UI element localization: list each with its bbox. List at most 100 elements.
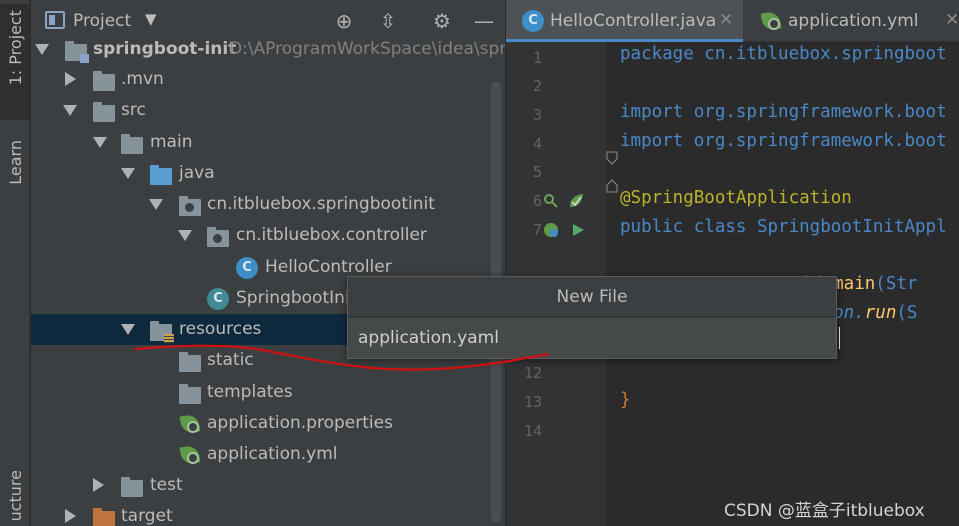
code-function: run [864, 303, 897, 323]
project-panel: Project ▼ ⊕ ⇳ ⚙ — springboot-init D:\APr… [31, 0, 505, 526]
package-label: cn.itbluebox.springbootinit [207, 194, 435, 214]
hello-controller-label: HelloController [265, 257, 392, 277]
expand-arrow-icon[interactable] [63, 105, 77, 116]
structure-tool-tab[interactable]: ucture [0, 470, 30, 526]
spring-app-class-icon: C [207, 288, 229, 310]
tree-item-target[interactable]: target [31, 501, 505, 526]
close-icon[interactable]: ✕ [719, 10, 733, 30]
fold-icon[interactable] [604, 178, 620, 194]
code-text: (Str [875, 274, 918, 294]
folder-icon [121, 134, 143, 154]
collapse-all-button[interactable]: ⇳ [375, 8, 401, 34]
tree-item-mvn[interactable]: .mvn [31, 64, 505, 95]
expand-arrow-icon[interactable] [93, 137, 107, 148]
tree-item-app-properties[interactable]: application.properties [31, 408, 505, 439]
tree-item-package[interactable]: cn.itbluebox.springbootinit [31, 189, 505, 220]
tab-application-yml[interactable]: application.yml ✕ [744, 0, 959, 42]
app-yml-label: application.yml [207, 444, 338, 464]
root-path: D:\AProgramWorkSpace\idea\spri [229, 39, 505, 59]
run-icon[interactable] [570, 222, 586, 238]
mvn-label: .mvn [121, 69, 164, 89]
line-number: 12 [523, 364, 542, 382]
spring-config-icon [760, 10, 782, 32]
class-icon: C [522, 10, 544, 32]
tool-window-strip: 1: Project Learn ucture [0, 0, 30, 526]
folder-icon [93, 102, 115, 122]
chevron-down-icon[interactable]: ▼ [145, 10, 157, 28]
project-panel-title[interactable]: Project [73, 11, 131, 31]
code-keyword: package [620, 44, 694, 64]
folder-icon [179, 352, 201, 372]
project-folder-icon [65, 41, 89, 63]
filename-input[interactable] [348, 318, 836, 358]
collapse-arrow-icon[interactable] [65, 509, 76, 523]
code-keyword: import [620, 131, 684, 151]
package-icon [179, 196, 201, 216]
code-line: } [620, 390, 631, 410]
expand-arrow-icon[interactable] [121, 168, 135, 179]
project-tool-tab-label: 1: Project [5, 10, 25, 86]
app-class-label: SpringbootIni [236, 288, 350, 308]
code-text: cn.itbluebox.springboot [693, 44, 947, 64]
expand-arrow-icon[interactable] [35, 44, 49, 55]
code-text: SpringbootInitAppl [746, 217, 947, 237]
hide-panel-button[interactable]: — [471, 8, 497, 34]
project-tool-tab[interactable]: 1: Project [0, 4, 30, 120]
root-label: springboot-init [93, 39, 237, 59]
tab-hello-controller[interactable]: C HelloController.java ✕ [506, 0, 743, 42]
java-label: java [179, 163, 215, 183]
code-line: import org.springframework.boot [620, 131, 947, 151]
line-number: 2 [532, 77, 542, 95]
tree-item-main[interactable]: main [31, 127, 505, 158]
tab-label: application.yml [788, 11, 919, 31]
code-text: org.springframework.boot [683, 131, 947, 151]
line-number: 1 [532, 49, 542, 67]
main-label: main [150, 132, 193, 152]
app-properties-label: application.properties [207, 413, 393, 433]
package-icon [207, 227, 229, 247]
tree-item-app-yml[interactable]: application.yml [31, 439, 505, 470]
code-line: @SpringBootApplication [620, 188, 852, 208]
project-view-icon [45, 11, 65, 29]
spring-config-icon[interactable] [568, 193, 584, 209]
tree-item-root[interactable]: springboot-init D:\AProgramWorkSpace\ide… [31, 34, 505, 65]
tree-item-templates[interactable]: templates [31, 377, 505, 408]
fold-icon[interactable] [604, 150, 620, 166]
collapse-arrow-icon[interactable] [65, 72, 76, 86]
code-brace: } [620, 390, 631, 410]
spring-bean-icon[interactable] [543, 193, 559, 209]
tree-item-java[interactable]: java [31, 158, 505, 189]
code-editor: C HelloController.java ✕ application.yml… [506, 0, 959, 526]
locate-file-button[interactable]: ⊕ [331, 8, 357, 34]
package-label: cn.itbluebox.controller [236, 225, 427, 245]
tree-item-src[interactable]: src [31, 95, 505, 126]
resources-folder-icon [150, 321, 174, 343]
test-label: test [150, 475, 183, 495]
expand-arrow-icon[interactable] [178, 230, 192, 241]
spring-config-icon [179, 444, 201, 466]
folder-icon [121, 477, 143, 497]
line-number: 5 [532, 163, 542, 181]
static-label: static [207, 350, 254, 370]
excluded-folder-icon [93, 508, 115, 526]
code-keyword: public [620, 217, 684, 237]
tab-label: HelloController.java [550, 11, 717, 31]
spring-config-icon [179, 413, 201, 435]
learn-tool-tab[interactable]: Learn [0, 140, 30, 220]
spring-app-icon[interactable] [543, 222, 559, 238]
expand-arrow-icon[interactable] [149, 199, 163, 210]
tree-item-package[interactable]: cn.itbluebox.controller [31, 220, 505, 251]
code-line: public class SpringbootInitAppl [620, 217, 947, 237]
collapse-arrow-icon[interactable] [93, 478, 104, 492]
close-icon[interactable]: ✕ [945, 10, 959, 30]
tree-item-test[interactable]: test [31, 470, 505, 501]
editor-tab-bar: C HelloController.java ✕ application.yml… [506, 0, 959, 42]
code-text: (S [896, 303, 918, 323]
line-number: 6 [532, 192, 542, 210]
expand-arrow-icon[interactable] [121, 324, 135, 335]
code-keyword: import [620, 102, 684, 122]
line-number: 13 [523, 393, 542, 411]
new-file-dialog-title: New File [348, 277, 836, 317]
code-keyword: class [683, 217, 747, 237]
gear-icon[interactable]: ⚙ [429, 8, 455, 34]
